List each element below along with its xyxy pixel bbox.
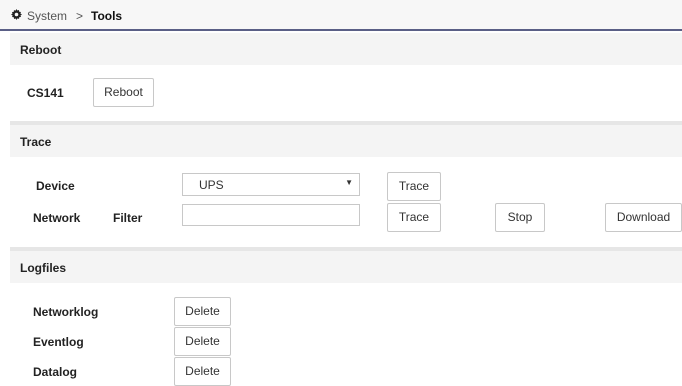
reboot-device-label: CS141	[27, 86, 64, 100]
stop-button[interactable]: Stop	[495, 203, 545, 232]
filter-input[interactable]	[182, 204, 360, 226]
trace-device-label: Device	[36, 179, 75, 193]
device-trace-button[interactable]: Trace	[387, 172, 441, 201]
network-trace-button[interactable]: Trace	[387, 203, 441, 232]
breadcrumb: System > Tools	[0, 0, 682, 31]
breadcrumb-system[interactable]: System	[27, 9, 67, 23]
device-select[interactable]: UPS ▼	[182, 173, 360, 196]
delete-eventlog-button[interactable]: Delete	[174, 327, 231, 356]
datalog-label: Datalog	[33, 365, 78, 379]
breadcrumb-current: Tools	[91, 9, 123, 23]
device-select-value: UPS	[199, 178, 224, 192]
trace-filter-label: Filter	[113, 211, 143, 225]
breadcrumb-separator: >	[76, 9, 84, 23]
trace-section-title: Trace	[20, 135, 52, 149]
trace-section-header: Trace	[10, 125, 682, 157]
logfiles-section-title: Logfiles	[20, 261, 67, 275]
eventlog-label: Eventlog	[33, 335, 84, 349]
reboot-section-title: Reboot	[20, 43, 62, 57]
trace-network-label: Network	[33, 211, 81, 225]
download-button[interactable]: Download	[605, 203, 682, 232]
gear-icon	[11, 9, 22, 20]
reboot-section-header: Reboot	[10, 33, 682, 65]
delete-networklog-button[interactable]: Delete	[174, 297, 231, 326]
reboot-button[interactable]: Reboot	[93, 78, 154, 107]
networklog-label: Networklog	[33, 305, 99, 319]
logfiles-section-header: Logfiles	[10, 251, 682, 283]
delete-datalog-button[interactable]: Delete	[174, 357, 231, 386]
dropdown-arrow-icon: ▼	[345, 178, 353, 187]
